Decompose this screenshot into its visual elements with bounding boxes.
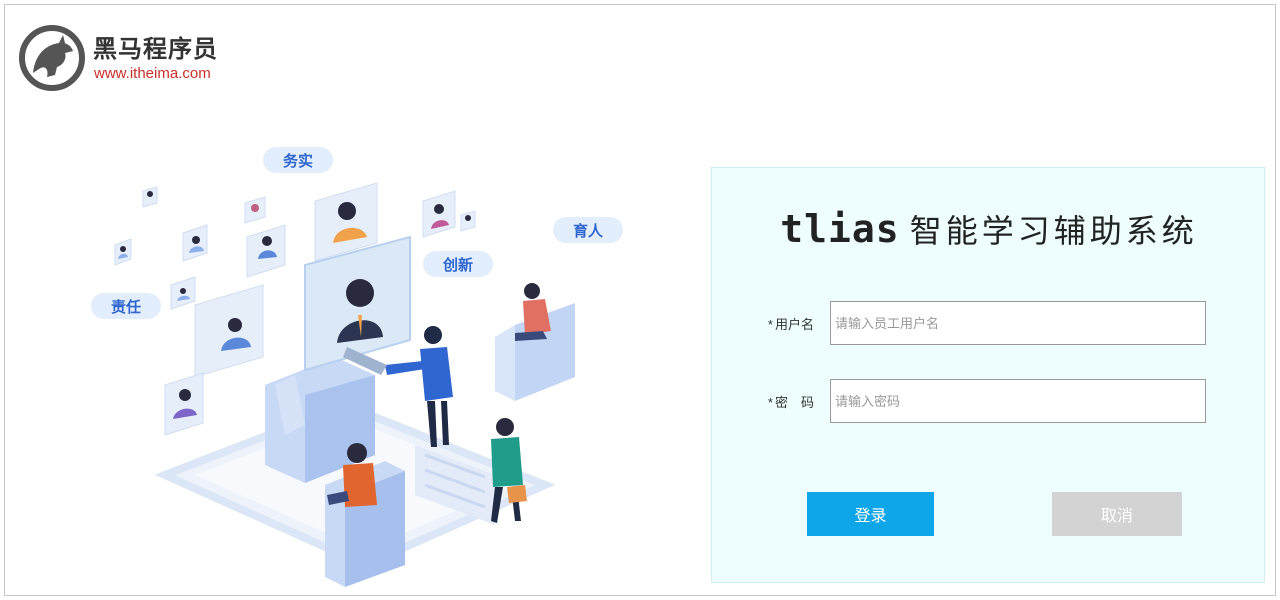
system-title-zh: 智能学习辅助系统 [909, 212, 1198, 250]
tag-wushi: 务实 [283, 152, 313, 170]
username-label-text: 用户名 [774, 317, 814, 332]
tag-chuangxin: 创新 [442, 256, 473, 274]
password-input[interactable] [830, 379, 1206, 423]
cancel-button[interactable]: 取消 [1052, 492, 1182, 536]
password-label: * 密 码 [752, 392, 814, 411]
username-label: * 用户名 [752, 314, 814, 333]
brand-logo: 黑马程序员 www.itheima.com [19, 25, 249, 91]
username-row: * 用户名 [712, 301, 1266, 345]
login-button[interactable]: 登录 [807, 492, 934, 536]
password-row: * 密 码 [712, 379, 1266, 423]
brand-url: www.itheima.com [94, 65, 211, 82]
system-title: tlias 智能学习辅助系统 [712, 206, 1266, 252]
username-input[interactable] [830, 301, 1206, 345]
system-title-en: tlias [780, 207, 900, 251]
password-label-text: 密 码 [774, 395, 814, 410]
tag-yuren: 育人 [573, 222, 604, 240]
horse-logo-icon [19, 25, 85, 91]
required-mark: * [767, 317, 773, 332]
team-illustration: 务实 育人 创新 责任 [91, 147, 623, 587]
required-mark: * [767, 395, 773, 410]
brand-name: 黑马程序员 [93, 35, 218, 63]
tag-zeren: 责任 [111, 298, 141, 316]
app-frame: 黑马程序员 www.itheima.com 务实 育人 创新 责任 tlias … [4, 4, 1276, 596]
login-panel: tlias智能学习辅助系统 *用户名 *密 码 登录 取消 [711, 167, 1265, 583]
